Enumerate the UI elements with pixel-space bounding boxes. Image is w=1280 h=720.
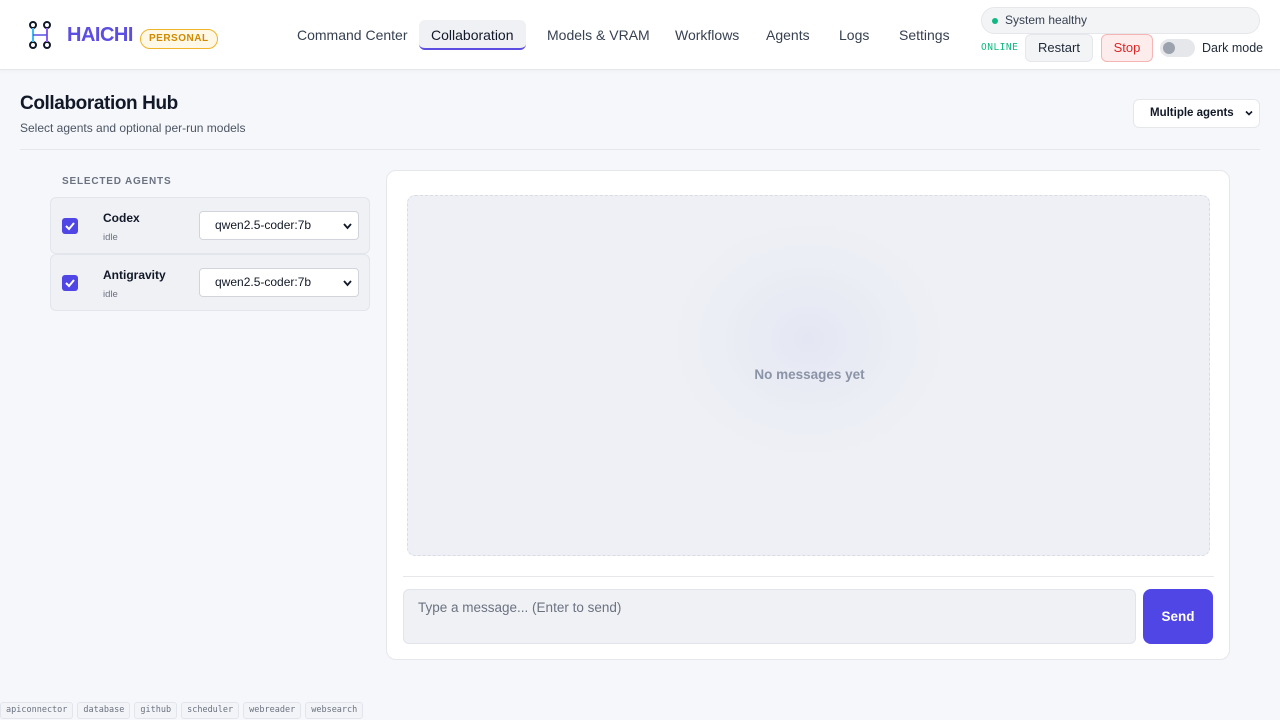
tool-chip: webreader [243, 702, 302, 719]
dark-mode-toggle[interactable] [1160, 39, 1195, 57]
checkmark-icon [65, 279, 75, 288]
nav-models-vram[interactable]: Models & VRAM [535, 20, 662, 50]
chevron-down-icon [1245, 110, 1253, 116]
chevron-down-icon [343, 223, 352, 230]
header-divider [20, 149, 1260, 150]
empty-state-text: No messages yet [754, 367, 865, 382]
nav-settings[interactable]: Settings [887, 20, 962, 50]
agent-checkbox[interactable] [62, 275, 78, 291]
stop-button[interactable]: Stop [1101, 34, 1153, 62]
agent-checkbox[interactable] [62, 218, 78, 234]
chevron-down-icon [343, 280, 352, 287]
agent-card-antigravity: Antigravity idle qwen2.5-coder:7b [50, 254, 370, 311]
page-subtitle: Select agents and optional per-run model… [20, 121, 246, 135]
agent-name: Antigravity [103, 268, 166, 282]
brand-name[interactable]: HAICHI [67, 24, 133, 47]
agent-model-value: qwen2.5-coder:7b [215, 218, 312, 232]
restart-button[interactable]: Restart [1025, 34, 1093, 62]
agent-model-select[interactable]: qwen2.5-coder:7b [199, 268, 359, 297]
message-input[interactable] [403, 589, 1136, 644]
tool-chip: database [77, 702, 131, 719]
workflow-nodes-icon [29, 21, 51, 49]
health-dot-icon [992, 18, 998, 24]
agent-mode-value: Multiple agents [1150, 107, 1234, 119]
chat-divider [403, 576, 1214, 577]
agent-mode-select[interactable]: Multiple agents [1133, 99, 1260, 128]
top-bar: HAICHI PERSONAL Command Center Collabora… [0, 0, 1280, 70]
checkmark-icon [65, 222, 75, 231]
selected-agents-label: SELECTED AGENTS [62, 176, 172, 187]
nav-workflows[interactable]: Workflows [663, 20, 751, 50]
tool-chips: apiconnector database github scheduler webre… [0, 702, 367, 720]
connection-status: ONLINE [981, 42, 1019, 53]
health-text: System healthy [1005, 13, 1088, 27]
agent-status: idle [103, 232, 118, 243]
send-button[interactable]: Send [1143, 589, 1213, 644]
tool-chip: apiconnector [0, 702, 74, 719]
tool-chip: scheduler [181, 702, 240, 719]
plan-badge: PERSONAL [140, 29, 218, 49]
dark-mode-label: Dark mode [1202, 41, 1264, 55]
tool-chip: websearch [305, 702, 364, 719]
nav-logs[interactable]: Logs [827, 20, 881, 50]
health-indicator: System healthy [981, 7, 1260, 34]
tool-chip: github [134, 702, 178, 719]
nav-command-center[interactable]: Command Center [285, 20, 420, 50]
nav-collaboration[interactable]: Collaboration [419, 20, 526, 50]
agent-model-select[interactable]: qwen2.5-coder:7b [199, 211, 359, 240]
agent-model-value: qwen2.5-coder:7b [215, 275, 312, 289]
message-list[interactable]: No messages yet [407, 195, 1210, 556]
agent-status: idle [103, 289, 118, 300]
chat-panel: No messages yet Send [386, 170, 1230, 660]
toggle-knob [1163, 42, 1175, 54]
nav-agents[interactable]: Agents [754, 20, 822, 50]
page-title: Collaboration Hub [20, 93, 178, 114]
agent-name: Codex [103, 211, 140, 225]
agent-card-codex: Codex idle qwen2.5-coder:7b [50, 197, 370, 254]
